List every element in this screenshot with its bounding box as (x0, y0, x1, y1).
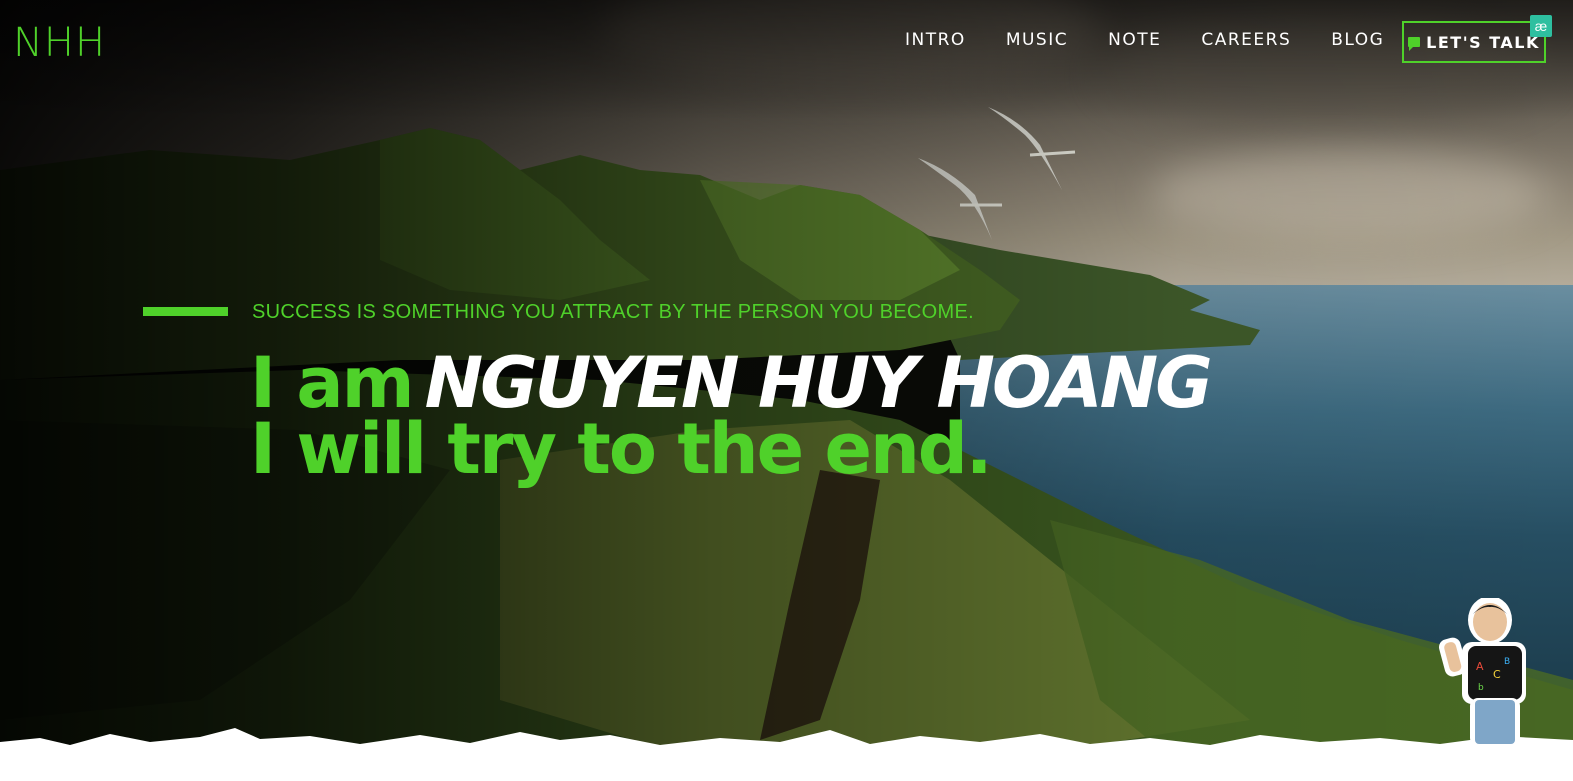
site-logo[interactable]: NHH (13, 20, 106, 66)
nav-item-blog[interactable]: BLOG (1331, 30, 1384, 50)
svg-text:b: b (1478, 683, 1484, 693)
lets-talk-button[interactable]: LET'S TALK (1402, 21, 1546, 63)
nav-item-careers[interactable]: CAREERS (1201, 30, 1291, 50)
main-nav: INTRO MUSIC NOTE CAREERS BLOG (905, 30, 1424, 50)
nav-item-note[interactable]: NOTE (1108, 30, 1161, 50)
lets-talk-label: LET'S TALK (1426, 32, 1540, 52)
svg-text:B: B (1504, 657, 1510, 667)
hero-tagline: SUCCESS IS SOMETHING YOU ATTRACT BY THE … (252, 301, 974, 323)
torn-paper-edge (0, 728, 1573, 781)
chat-icon (1408, 37, 1421, 51)
extension-badge[interactable]: æ (1530, 15, 1552, 37)
accent-rule (143, 307, 228, 316)
avatar-sticker[interactable]: A C B b (1438, 598, 1530, 748)
nav-item-intro[interactable]: INTRO (905, 30, 966, 50)
hero-heading-line2: I will try to the end. (250, 408, 992, 490)
svg-text:C: C (1493, 668, 1501, 681)
nav-item-music[interactable]: MUSIC (1006, 30, 1068, 50)
svg-text:A: A (1476, 660, 1484, 673)
